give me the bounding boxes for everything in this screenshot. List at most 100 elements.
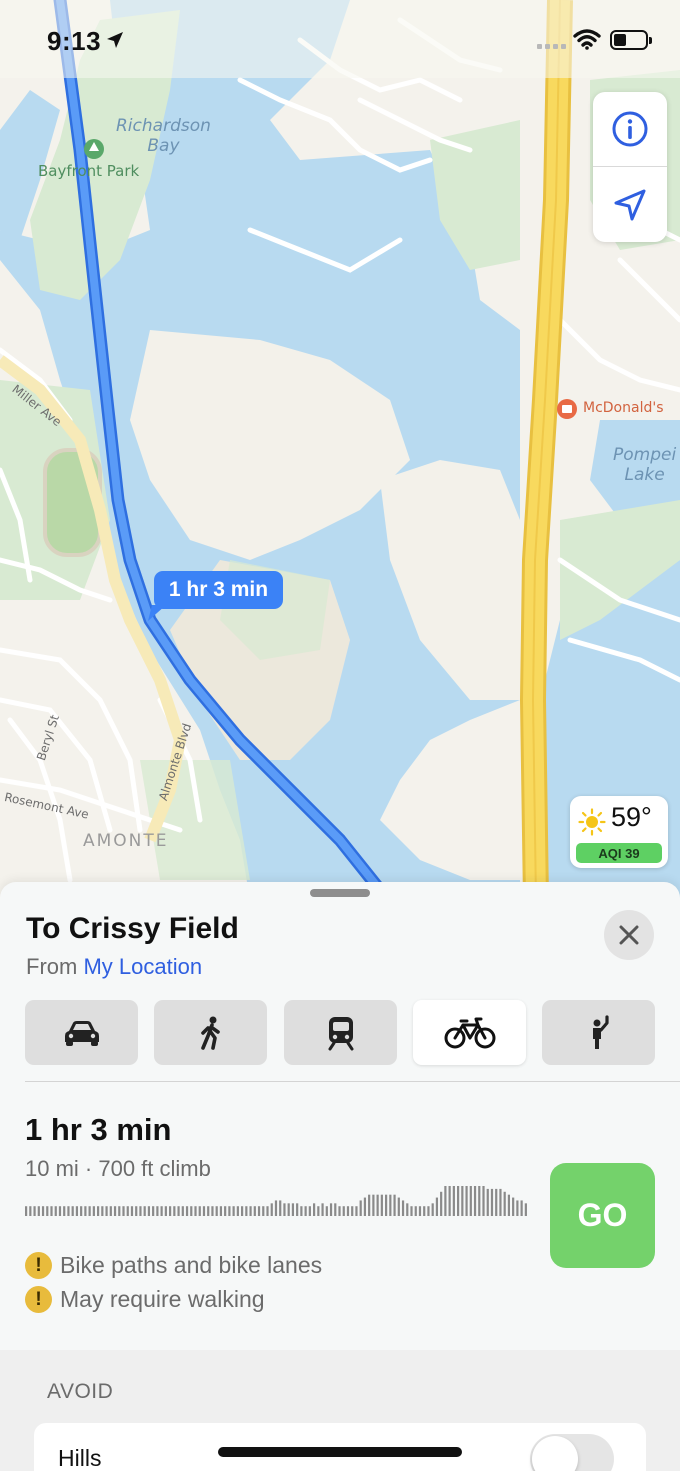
elevation-bar bbox=[37, 1206, 40, 1216]
elevation-bar bbox=[325, 1206, 328, 1216]
elevation-bar bbox=[29, 1206, 32, 1216]
warning-row: ! May require walking bbox=[25, 1286, 265, 1313]
elevation-bar bbox=[232, 1206, 235, 1216]
elevation-bar bbox=[41, 1206, 45, 1216]
map-info-button[interactable] bbox=[593, 92, 667, 167]
elevation-bar bbox=[376, 1194, 379, 1216]
wifi-icon bbox=[573, 29, 601, 50]
route-duration-bubble[interactable]: 1 hr 3 min bbox=[148, 571, 283, 621]
mode-cycle-button[interactable] bbox=[413, 1000, 526, 1065]
mode-transit-button[interactable] bbox=[284, 1000, 397, 1065]
weather-widget[interactable]: 59° AQI 39 bbox=[570, 796, 668, 868]
elevation-bar bbox=[329, 1203, 333, 1216]
pompei-lake-label: Pompei Lake bbox=[613, 445, 677, 485]
elevation-bar bbox=[279, 1200, 282, 1216]
elevation-bar bbox=[431, 1203, 434, 1216]
elevation-bar bbox=[50, 1206, 53, 1216]
elevation-bar bbox=[410, 1206, 413, 1216]
elevation-bar bbox=[92, 1206, 95, 1216]
warning-row: ! Bike paths and bike lanes bbox=[25, 1252, 322, 1279]
elevation-bar bbox=[490, 1188, 494, 1216]
elevation-bar bbox=[219, 1206, 223, 1216]
elevation-bar bbox=[499, 1188, 502, 1216]
elevation-bar bbox=[435, 1197, 439, 1216]
elevation-bar bbox=[109, 1206, 112, 1216]
elevation-bar bbox=[351, 1206, 354, 1216]
directions-sheet[interactable]: To Crissy Field From My Location 1 hr 3 … bbox=[0, 882, 680, 1471]
mcdonalds-label[interactable]: McDonald's bbox=[583, 400, 664, 416]
elevation-bar bbox=[169, 1206, 172, 1216]
navigation-arrow-icon bbox=[614, 189, 646, 220]
elevation-bar bbox=[202, 1206, 206, 1216]
go-button[interactable]: GO bbox=[550, 1163, 655, 1268]
elevation-bar bbox=[465, 1186, 468, 1216]
elevation-bar bbox=[126, 1206, 129, 1216]
elevation-bar bbox=[46, 1206, 49, 1216]
elevation-bar bbox=[317, 1206, 320, 1216]
origin-prefix: From bbox=[26, 954, 78, 979]
elevation-bar bbox=[469, 1186, 472, 1216]
elevation-bar bbox=[338, 1206, 341, 1216]
elevation-bar bbox=[156, 1206, 159, 1216]
elevation-bar bbox=[520, 1200, 523, 1216]
elevation-bar bbox=[139, 1206, 142, 1216]
elevation-bar bbox=[245, 1206, 248, 1216]
sheet-grabber[interactable] bbox=[310, 889, 370, 897]
elevation-bar bbox=[448, 1186, 451, 1216]
elevation-bar bbox=[58, 1206, 62, 1216]
elevation-bar bbox=[160, 1206, 163, 1216]
avoid-hills-toggle[interactable] bbox=[530, 1434, 614, 1471]
elevation-bar bbox=[190, 1206, 193, 1216]
elevation-bar bbox=[461, 1186, 464, 1216]
elevation-bar bbox=[486, 1188, 489, 1216]
elevation-bar bbox=[84, 1206, 87, 1216]
mode-drive-button[interactable] bbox=[25, 1000, 138, 1065]
battery-icon bbox=[610, 30, 652, 50]
elevation-bar bbox=[482, 1186, 485, 1216]
elevation-bar bbox=[334, 1203, 337, 1216]
map-view[interactable]: Richardson Bay Bayfront Park Miller Ave … bbox=[0, 0, 680, 900]
elevation-bar bbox=[215, 1206, 218, 1216]
elevation-bar bbox=[173, 1206, 176, 1216]
current-location-button[interactable] bbox=[593, 167, 667, 242]
elevation-bar bbox=[478, 1186, 481, 1216]
hailing-person-icon bbox=[592, 1014, 609, 1049]
origin-location-link[interactable]: My Location bbox=[83, 954, 202, 979]
elevation-bar bbox=[274, 1200, 278, 1216]
elevation-bar bbox=[321, 1203, 324, 1216]
elevation-bar bbox=[224, 1206, 227, 1216]
elevation-bar bbox=[427, 1206, 430, 1216]
elevation-bar bbox=[287, 1203, 290, 1216]
elevation-bar bbox=[147, 1206, 151, 1216]
bayfront-park-label[interactable]: Bayfront Park bbox=[38, 162, 139, 180]
elevation-bar bbox=[291, 1203, 295, 1216]
elevation-bar bbox=[512, 1197, 515, 1216]
elevation-bar bbox=[440, 1191, 443, 1216]
elevation-bar bbox=[143, 1206, 146, 1216]
close-button[interactable] bbox=[604, 910, 654, 960]
elevation-bar bbox=[397, 1197, 400, 1216]
section-divider bbox=[25, 1081, 680, 1082]
elevation-bar bbox=[346, 1206, 350, 1216]
elevation-bar bbox=[71, 1206, 74, 1216]
mode-rideshare-button[interactable] bbox=[542, 1000, 655, 1065]
mode-walk-button[interactable] bbox=[154, 1000, 267, 1065]
home-indicator[interactable] bbox=[218, 1447, 462, 1457]
origin-line: From My Location bbox=[26, 954, 202, 980]
elevation-bar bbox=[253, 1206, 256, 1216]
elevation-bar bbox=[130, 1206, 134, 1216]
avoid-heading: AVOID bbox=[47, 1380, 114, 1403]
elevation-bar bbox=[418, 1206, 422, 1216]
elevation-bar bbox=[25, 1206, 28, 1216]
elevation-bar bbox=[452, 1186, 455, 1216]
transport-mode-selector bbox=[25, 1000, 656, 1066]
warning-icon: ! bbox=[25, 1252, 52, 1279]
elevation-bar bbox=[262, 1206, 265, 1216]
elevation-bar bbox=[185, 1206, 189, 1216]
elevation-bar bbox=[105, 1206, 108, 1216]
elevation-bar bbox=[308, 1206, 311, 1216]
elevation-bar bbox=[54, 1206, 57, 1216]
elevation-bar bbox=[33, 1206, 36, 1216]
status-bar: 9:13 bbox=[0, 0, 680, 78]
elevation-bar bbox=[300, 1206, 303, 1216]
